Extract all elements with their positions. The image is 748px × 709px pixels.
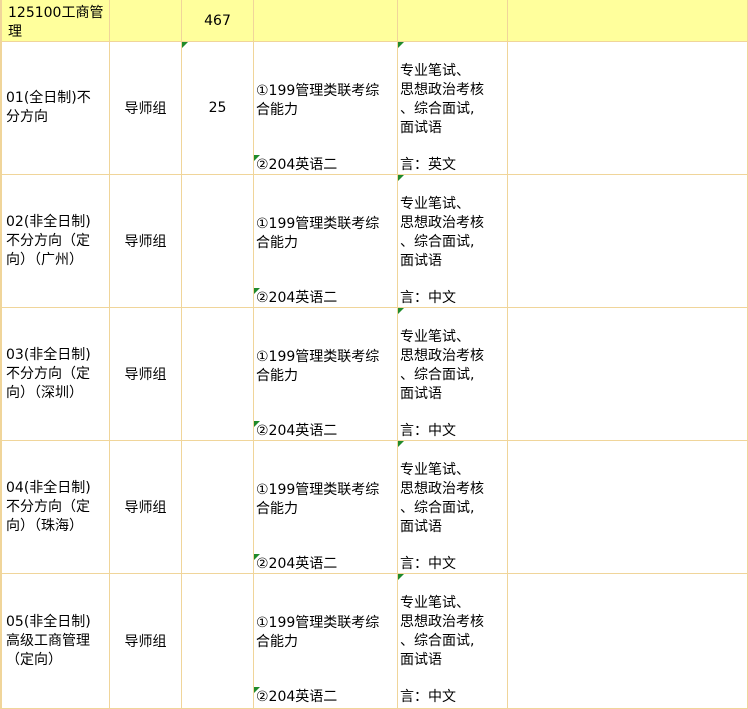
retest-language: 言：中文 bbox=[400, 556, 456, 572]
retest-language: 言：中文 bbox=[400, 290, 456, 306]
supervisor-label: 导师组 bbox=[124, 101, 167, 117]
supervisor-label: 导师组 bbox=[124, 500, 167, 516]
header-empty-cell[interactable] bbox=[110, 0, 182, 42]
program-name: 125100工商管理 理(专业学位) bbox=[8, 5, 104, 40]
direction-cell[interactable]: 03(非全日制) 不分方向（定 向）（深圳） bbox=[0, 308, 110, 441]
direction-cell[interactable]: 04(非全日制) 不分方向（定 向）（珠海） bbox=[0, 441, 110, 574]
direction-cell[interactable]: 01(全日制)不 分方向 bbox=[0, 42, 110, 175]
header-notes-cell[interactable] bbox=[508, 0, 748, 42]
quota-cell[interactable] bbox=[182, 441, 254, 574]
exam-subject-2: ②204英语二 bbox=[256, 689, 338, 705]
program-quota: 467 bbox=[204, 12, 231, 29]
exam-subject-2: ②204英语二 bbox=[256, 556, 338, 572]
spreadsheet-grid: 125100工商管理 理(专业学位) 467 01(全日制)不 分方向 导师组 … bbox=[0, 0, 748, 709]
quota-cell[interactable]: 25 bbox=[182, 42, 254, 175]
direction-label: 02(非全日制) 不分方向（定 向）（广州） bbox=[6, 213, 91, 268]
supervisor-label: 导师组 bbox=[124, 234, 167, 250]
exam-cell[interactable]: ①199管理类联考综 合能力 ②204英语二 bbox=[254, 175, 398, 308]
retest-cell[interactable]: 专业笔试、 思想政治考核 、综合面试, 面试语 言：中文 bbox=[398, 308, 508, 441]
exam-cell[interactable]: ①199管理类联考综 合能力 ②204英语二 bbox=[254, 441, 398, 574]
exam-subject-2: ②204英语二 bbox=[256, 423, 338, 439]
direction-label: 03(非全日制) 不分方向（定 向）（深圳） bbox=[6, 346, 91, 401]
exam-subject-2: ②204英语二 bbox=[256, 157, 338, 173]
supervisor-label: 导师组 bbox=[124, 367, 167, 383]
quota-cell[interactable] bbox=[182, 175, 254, 308]
retest-cell[interactable]: 专业笔试、 思想政治考核 、综合面试, 面试语 言：中文 bbox=[398, 441, 508, 574]
comment-indicator-icon bbox=[398, 308, 404, 314]
notes-cell[interactable] bbox=[508, 42, 748, 175]
program-quota-cell[interactable]: 467 bbox=[182, 0, 254, 42]
supervisor-cell[interactable]: 导师组 bbox=[110, 175, 182, 308]
comment-indicator-icon bbox=[398, 42, 404, 48]
retest-language: 言：中文 bbox=[400, 423, 456, 439]
direction-label: 01(全日制)不 分方向 bbox=[6, 90, 91, 125]
comment-indicator-icon bbox=[398, 574, 404, 580]
exam-subject-1: ①199管理类联考综 合能力 bbox=[256, 83, 380, 118]
retest-content: 专业笔试、 思想政治考核 、综合面试, 面试语 bbox=[400, 462, 484, 535]
notes-cell[interactable] bbox=[508, 574, 748, 709]
retest-cell[interactable]: 专业笔试、 思想政治考核 、综合面试, 面试语 言：中文 bbox=[398, 574, 508, 709]
supervisor-cell[interactable]: 导师组 bbox=[110, 441, 182, 574]
header-retest-cell[interactable] bbox=[398, 0, 508, 42]
retest-cell[interactable]: 专业笔试、 思想政治考核 、综合面试, 面试语 言：中文 bbox=[398, 175, 508, 308]
supervisor-cell[interactable]: 导师组 bbox=[110, 42, 182, 175]
comment-indicator-icon bbox=[182, 42, 188, 48]
retest-language: 言：英文 bbox=[400, 157, 456, 173]
supervisor-label: 导师组 bbox=[124, 634, 167, 650]
comment-indicator-icon bbox=[398, 441, 404, 447]
direction-label: 04(非全日制) 不分方向（定 向）（珠海） bbox=[6, 479, 91, 534]
direction-cell[interactable]: 05(非全日制) 高级工商管理 （定向） bbox=[0, 574, 110, 709]
retest-language: 言：中文 bbox=[400, 689, 456, 705]
exam-subject-2: ②204英语二 bbox=[256, 290, 338, 306]
exam-cell[interactable]: ①199管理类联考综 合能力 ②204英语二 bbox=[254, 574, 398, 709]
retest-content: 专业笔试、 思想政治考核 、综合面试, 面试语 bbox=[400, 196, 484, 269]
retest-content: 专业笔试、 思想政治考核 、综合面试, 面试语 bbox=[400, 329, 484, 402]
direction-label: 05(非全日制) 高级工商管理 （定向） bbox=[6, 613, 91, 668]
quota-cell[interactable] bbox=[182, 308, 254, 441]
exam-subject-1: ①199管理类联考综 合能力 bbox=[256, 216, 380, 251]
retest-cell[interactable]: 专业笔试、 思想政治考核 、综合面试, 面试语 言：英文 bbox=[398, 42, 508, 175]
program-cell[interactable]: 125100工商管理 理(专业学位) bbox=[0, 0, 110, 42]
exam-subject-1: ①199管理类联考综 合能力 bbox=[256, 349, 380, 384]
quota-value: 25 bbox=[208, 100, 227, 116]
quota-cell[interactable] bbox=[182, 574, 254, 709]
exam-cell[interactable]: ①199管理类联考综 合能力 ②204英语二 bbox=[254, 308, 398, 441]
supervisor-cell[interactable]: 导师组 bbox=[110, 308, 182, 441]
notes-cell[interactable] bbox=[508, 175, 748, 308]
supervisor-cell[interactable]: 导师组 bbox=[110, 574, 182, 709]
direction-cell[interactable]: 02(非全日制) 不分方向（定 向）（广州） bbox=[0, 175, 110, 308]
header-exam-cell[interactable] bbox=[254, 0, 398, 42]
retest-content: 专业笔试、 思想政治考核 、综合面试, 面试语 bbox=[400, 595, 484, 668]
exam-cell[interactable]: ①199管理类联考综 合能力 ②204英语二 bbox=[254, 42, 398, 175]
notes-cell[interactable] bbox=[508, 441, 748, 574]
retest-content: 专业笔试、 思想政治考核 、综合面试, 面试语 bbox=[400, 63, 484, 136]
exam-subject-1: ①199管理类联考综 合能力 bbox=[256, 482, 380, 517]
exam-subject-1: ①199管理类联考综 合能力 bbox=[256, 615, 380, 650]
comment-indicator-icon bbox=[398, 175, 404, 181]
notes-cell[interactable] bbox=[508, 308, 748, 441]
